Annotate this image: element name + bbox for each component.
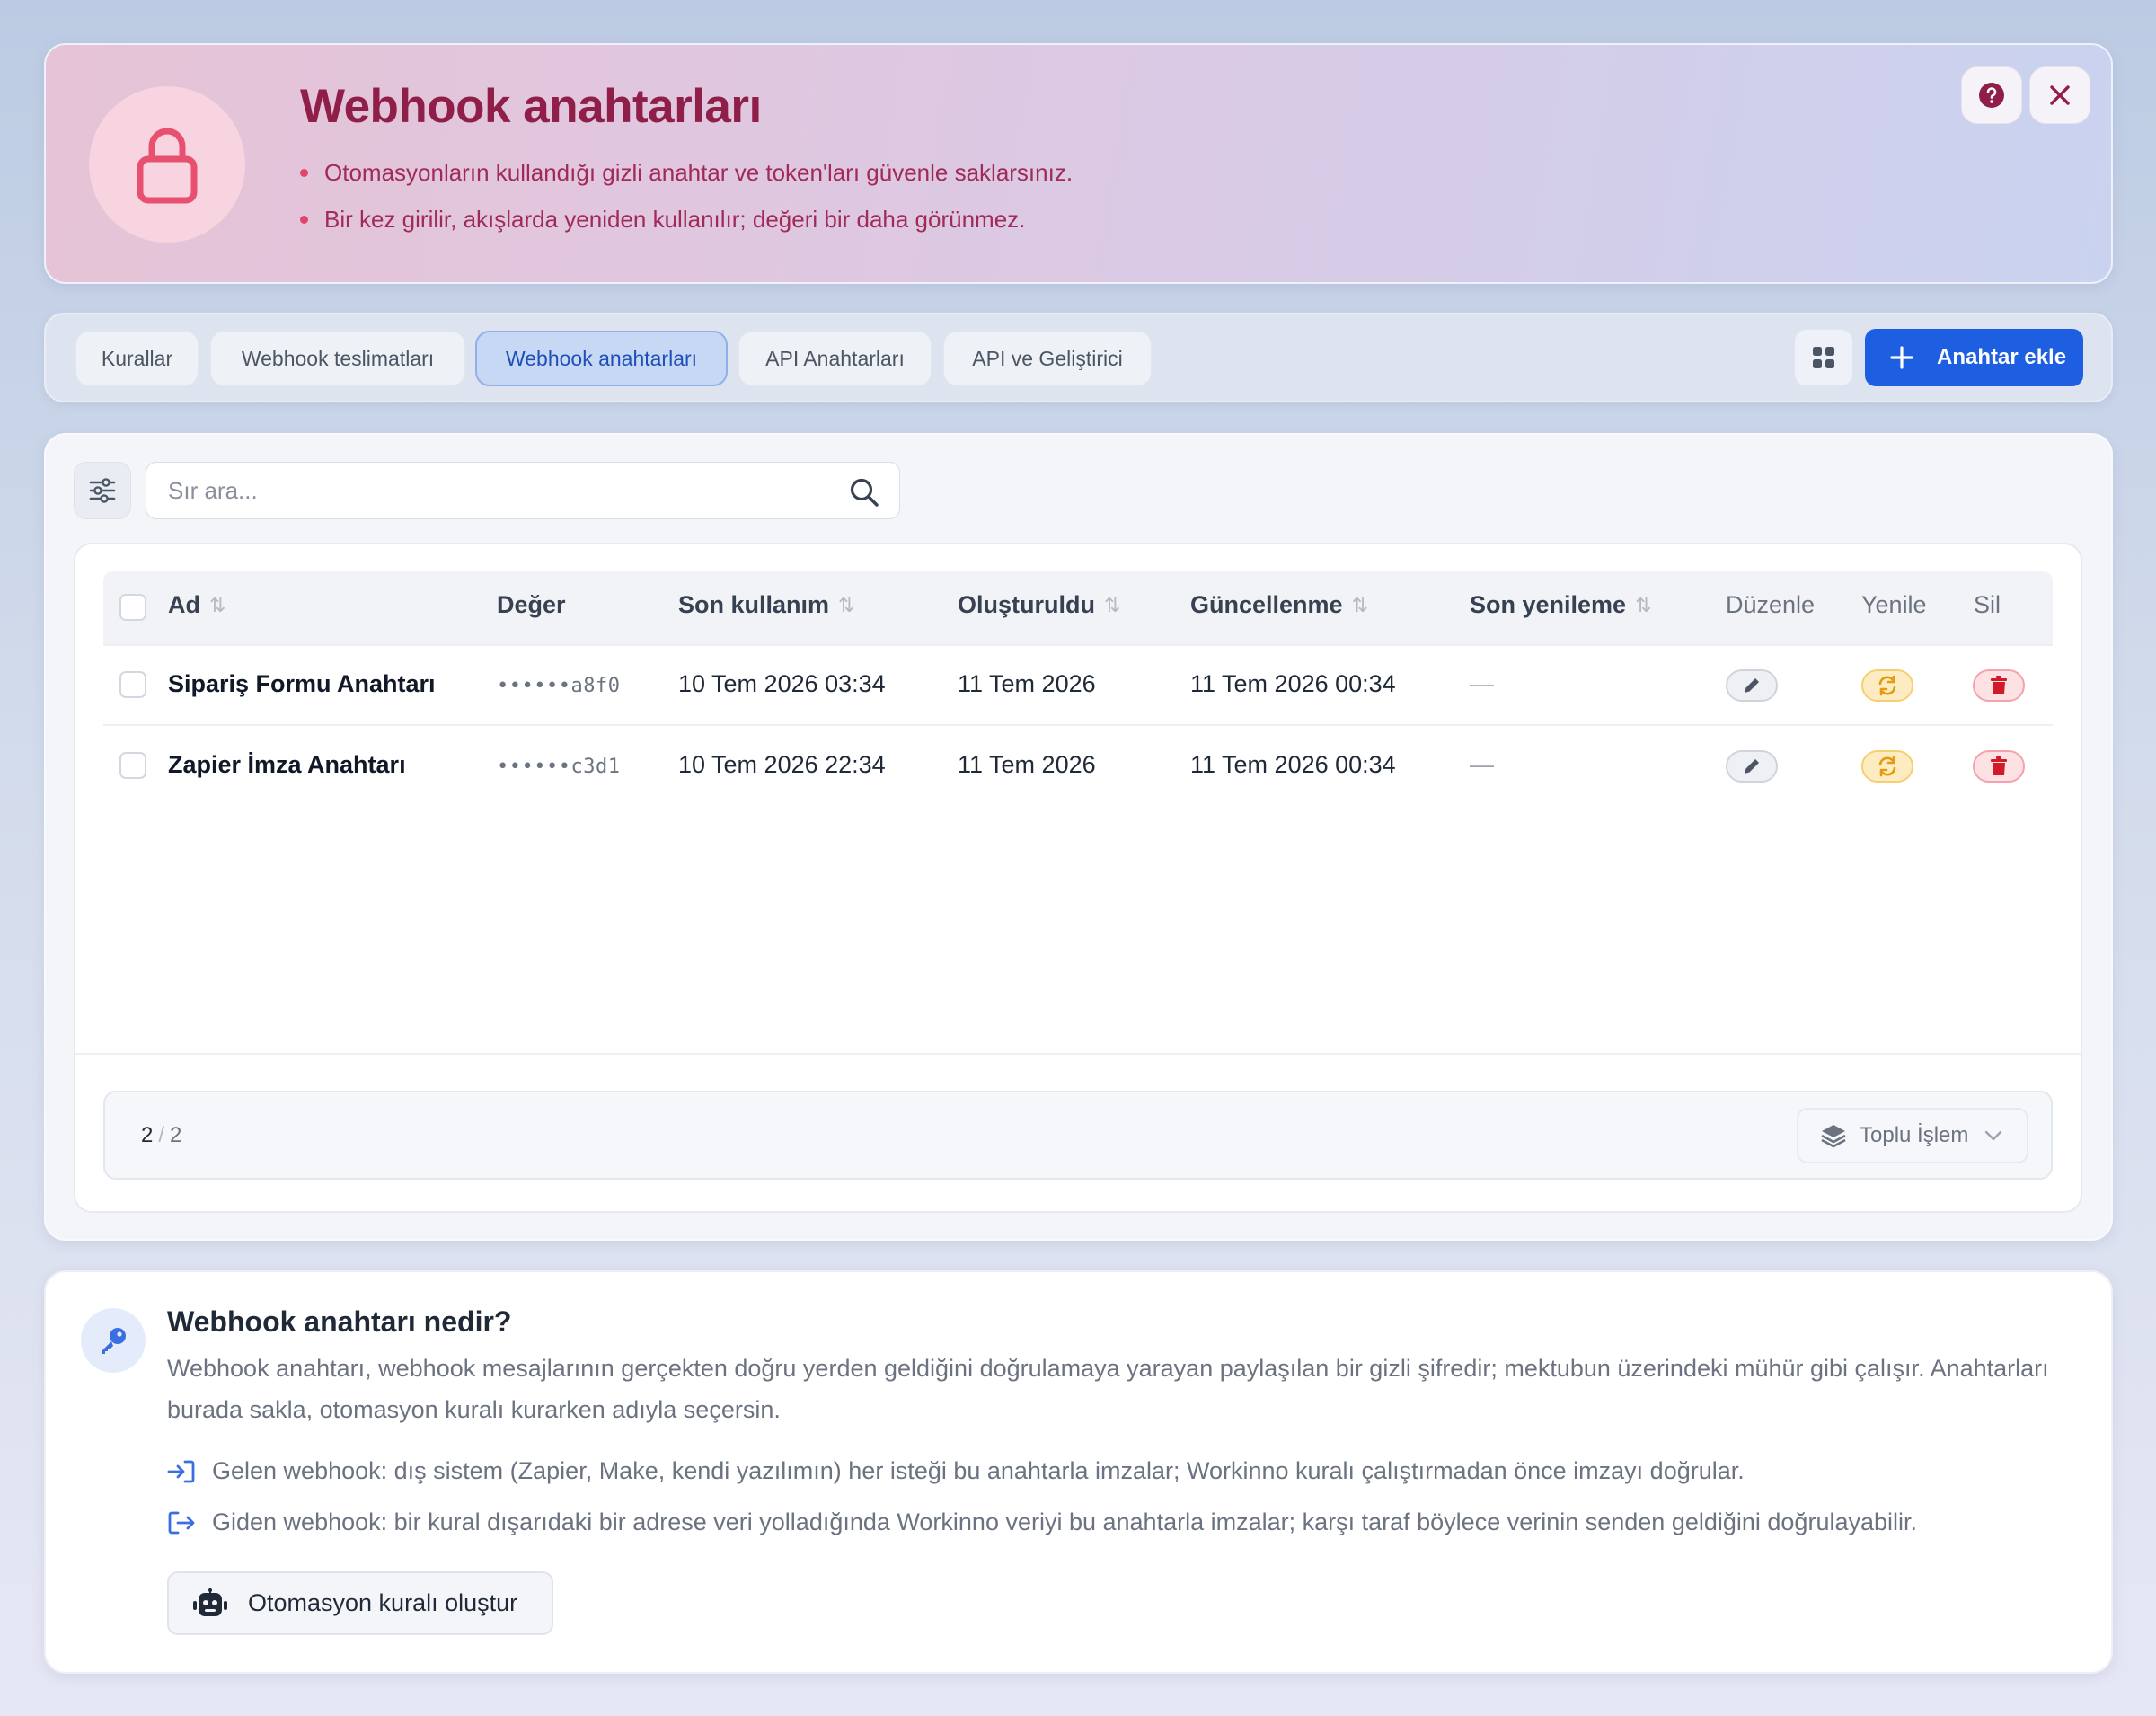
bulk-action-label: Toplu İşlem	[1860, 1123, 1969, 1147]
table-footer	[103, 1091, 2053, 1180]
created-date: 11 Tem 2026	[958, 670, 1096, 697]
edit-button[interactable]	[1726, 669, 1778, 702]
search-input[interactable]	[168, 476, 815, 505]
info-description: Webhook anahtarı, webhook mesajlarının g…	[167, 1355, 2049, 1423]
column-header-renew: Yenile	[1861, 591, 1927, 618]
renew-button[interactable]	[1861, 669, 1913, 702]
column-label: Son yenileme	[1470, 591, 1627, 618]
info-point-outgoing: Giden webhook: bir kural dışarıdaki bir …	[167, 1508, 1917, 1536]
tab-kurallar[interactable]: Kurallar	[75, 331, 199, 386]
create-automation-rule-label: Otomasyon kuralı oluştur	[248, 1589, 518, 1616]
column-label: Değer	[497, 591, 566, 618]
header-bullet-text: Bir kez girilir, akışlarda yeniden kulla…	[324, 206, 1026, 233]
close-icon	[2050, 85, 2070, 105]
column-label: Ad	[168, 591, 200, 618]
sort-icon[interactable]: ⇅	[1635, 594, 1651, 617]
sign-in-icon	[167, 1460, 195, 1482]
secret-name: Sipariş Formu Anahtarı	[168, 670, 436, 697]
header-bullet: Otomasyonların kullandığı gizli anahtar …	[300, 159, 1073, 187]
info-point-text: Giden webhook: bir kural dışarıdaki bir …	[212, 1508, 1918, 1535]
header-bullet: Bir kez girilir, akışlarda yeniden kulla…	[300, 206, 1025, 234]
column-label: Oluşturuldu	[958, 591, 1095, 618]
column-header-value: Değer	[497, 591, 566, 619]
secret-value: ••••••a8f0	[497, 675, 621, 697]
key-icon	[102, 1328, 126, 1354]
pencil-icon	[1745, 759, 1759, 774]
sort-icon[interactable]: ⇅	[1104, 594, 1120, 617]
column-header-last-used[interactable]: Son kullanım ⇅	[678, 591, 854, 619]
tab-webhook-anahtarlari[interactable]: Webhook anahtarları	[475, 331, 728, 386]
rows-shown: 2	[141, 1123, 154, 1147]
refresh-icon	[1878, 756, 1896, 777]
delete-button[interactable]	[1973, 750, 2025, 783]
filter-button[interactable]	[74, 462, 131, 519]
search-box	[146, 462, 900, 519]
add-key-button[interactable]: Anahtar ekle	[1865, 329, 2083, 386]
edit-button[interactable]	[1726, 750, 1778, 783]
column-label: Güncellenme	[1190, 591, 1343, 618]
info-point-incoming: Gelen webhook: dış sistem (Zapier, Make,…	[167, 1457, 1745, 1485]
trash-icon	[1991, 676, 2007, 694]
column-label: Son kullanım	[678, 591, 830, 618]
bullet-dot	[300, 216, 308, 224]
page-title: Webhook anahtarları	[300, 80, 762, 133]
last-used: 10 Tem 2026 03:34	[678, 670, 886, 697]
last-renewed: —	[1470, 751, 1494, 778]
sign-out-icon	[168, 1511, 195, 1534]
row-counter: 2/2	[141, 1123, 181, 1148]
lock-icon	[137, 128, 198, 204]
updated-date: 11 Tem 2026 00:34	[1190, 670, 1396, 697]
lock-badge	[89, 86, 245, 243]
rows-total: 2	[170, 1123, 182, 1147]
row-checkbox[interactable]	[119, 752, 146, 779]
search-icon[interactable]	[849, 477, 879, 508]
bullet-dot	[300, 169, 308, 177]
counter-separator: /	[158, 1123, 165, 1147]
column-header-name[interactable]: Ad ⇅	[168, 591, 225, 619]
last-used: 10 Tem 2026 22:34	[678, 751, 886, 778]
create-automation-rule-button[interactable]: Otomasyon kuralı oluştur	[167, 1571, 553, 1635]
grid-view-button[interactable]	[1794, 329, 1853, 386]
created-date: 11 Tem 2026	[958, 751, 1096, 778]
layers-icon	[1821, 1125, 1846, 1148]
header-bullet-text: Otomasyonların kullandığı gizli anahtar …	[324, 159, 1074, 186]
column-header-delete: Sil	[1974, 591, 2001, 618]
sort-icon[interactable]: ⇅	[838, 594, 854, 617]
column-header-last-renewed[interactable]: Son yenileme ⇅	[1470, 591, 1652, 619]
robot-icon	[193, 1588, 227, 1616]
info-title: Webhook anahtarı nedir?	[167, 1305, 512, 1338]
delete-button[interactable]	[1973, 669, 2025, 702]
pencil-icon	[1745, 678, 1759, 693]
renew-button[interactable]	[1861, 750, 1913, 783]
sort-icon[interactable]: ⇅	[1352, 594, 1368, 617]
grid-icon	[1813, 347, 1834, 368]
column-header-updated[interactable]: Güncellenme ⇅	[1190, 591, 1368, 619]
tab-webhook-teslimatlari[interactable]: Webhook teslimatları	[210, 331, 465, 386]
table-footer-divider	[75, 1053, 2081, 1055]
secret-value: ••••••c3d1	[497, 756, 621, 778]
help-icon	[1979, 83, 2004, 108]
tab-api-ve-gelistirici[interactable]: API ve Geliştirici	[943, 331, 1152, 386]
secret-name: Zapier İmza Anahtarı	[168, 751, 406, 778]
trash-icon	[1991, 756, 2007, 775]
sliders-icon	[89, 478, 116, 503]
bulk-action-select[interactable]: Toplu İşlem	[1797, 1108, 2028, 1163]
select-all-checkbox[interactable]	[119, 594, 146, 621]
refresh-icon	[1878, 675, 1896, 696]
close-button[interactable]	[2029, 66, 2090, 124]
tab-api-anahtarlari[interactable]: API Anahtarları	[738, 331, 932, 386]
help-button[interactable]	[1961, 66, 2022, 124]
row-checkbox[interactable]	[119, 671, 146, 698]
key-badge	[81, 1308, 146, 1373]
add-key-label: Anahtar ekle	[1937, 345, 2067, 369]
updated-date: 11 Tem 2026 00:34	[1190, 751, 1396, 778]
last-renewed: —	[1470, 670, 1494, 697]
column-header-edit: Düzenle	[1726, 591, 1816, 618]
column-header-created[interactable]: Oluşturuldu ⇅	[958, 591, 1120, 619]
info-point-text: Gelen webhook: dış sistem (Zapier, Make,…	[212, 1457, 1745, 1484]
sort-icon[interactable]: ⇅	[209, 594, 225, 617]
chevron-down-icon	[1985, 1130, 2002, 1141]
plus-icon	[1890, 346, 1913, 369]
